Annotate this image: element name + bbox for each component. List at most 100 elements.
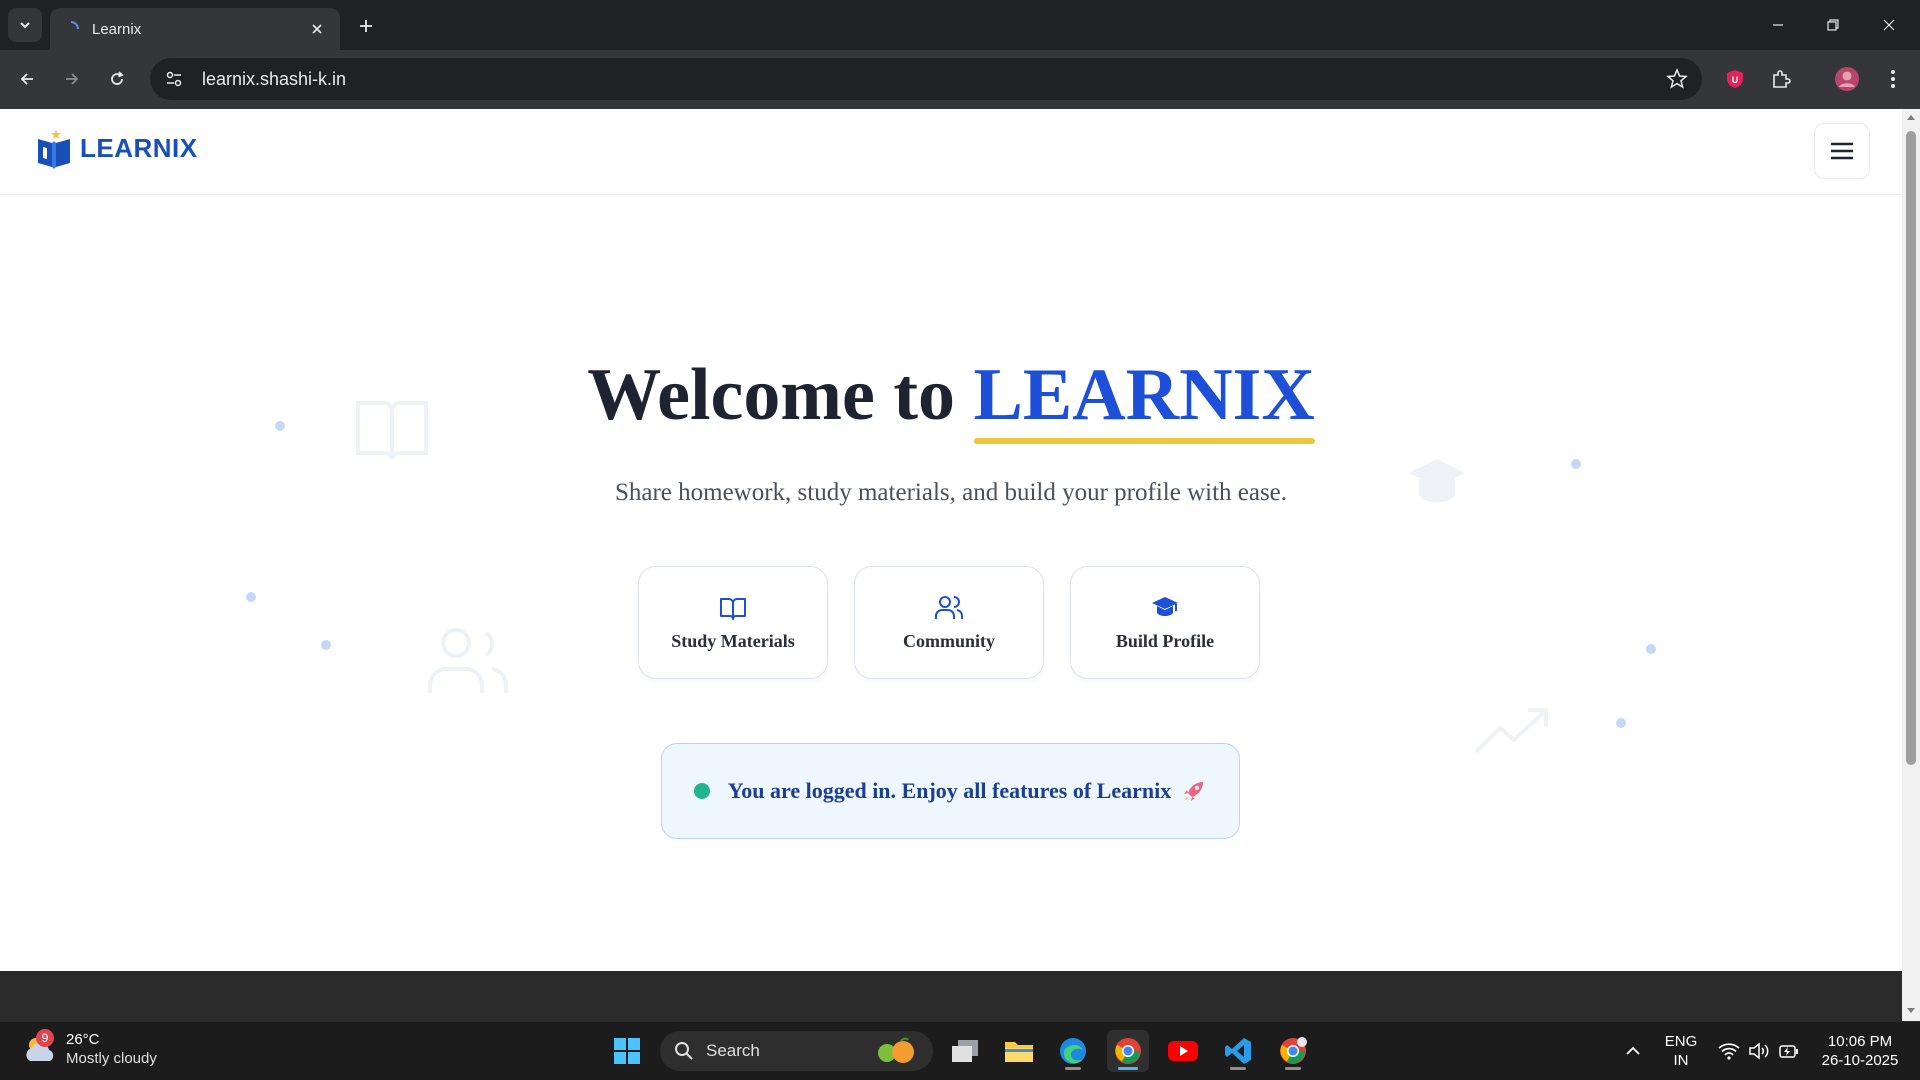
windows-logo-icon <box>614 1038 640 1064</box>
address-bar[interactable]: learnix.shashi-k.in <box>150 58 1702 100</box>
start-button[interactable] <box>606 1030 648 1072</box>
tab-search-button[interactable] <box>8 8 42 42</box>
url-text[interactable]: learnix.shashi-k.in <box>202 69 1666 90</box>
running-indicator <box>1118 1067 1138 1070</box>
forward-button[interactable] <box>55 62 89 96</box>
feature-label: Study Materials <box>671 631 795 651</box>
extension-shield-button[interactable]: U <box>1718 62 1752 96</box>
weather-desc: Mostly cloudy <box>66 1050 157 1067</box>
weather-icon-wrap: 9 <box>22 1029 58 1067</box>
arrow-right-icon <box>66 73 79 85</box>
weather-text: 26°C Mostly cloudy <box>66 1030 157 1068</box>
login-status-text: You are logged in. Enjoy all features of… <box>727 778 1172 803</box>
clock-date: 26-10-2025 <box>1821 1052 1899 1069</box>
status-dot <box>693 783 710 799</box>
scrollbar-thumb[interactable] <box>1906 131 1916 765</box>
chrome-icon <box>1280 1037 1307 1064</box>
site-logo[interactable]: LEARNIX <box>34 127 198 169</box>
running-indicator <box>1285 1067 1301 1070</box>
chevron-up-icon <box>1626 1046 1640 1055</box>
extensions-button[interactable] <box>1764 62 1798 96</box>
feature-label: Build Profile <box>1115 631 1215 651</box>
close-icon <box>1883 19 1895 31</box>
feature-label: Community <box>902 631 995 651</box>
wifi-icon <box>1718 1043 1740 1060</box>
chrome-icon <box>1115 1038 1141 1064</box>
browser-tabstrip: Learnix <box>0 0 1920 50</box>
logo-book-icon <box>38 129 70 169</box>
tab-title: Learnix <box>92 20 142 38</box>
avatar-icon <box>1835 67 1859 91</box>
page-scrollbar[interactable] <box>1902 109 1920 1021</box>
hero-title-brand: LEARNIX <box>973 353 1315 444</box>
clock[interactable]: 10:06 PM 26-10-2025 <box>1810 1032 1910 1070</box>
decor-dot <box>1616 718 1626 728</box>
profile-avatar-button[interactable] <box>1830 62 1864 96</box>
new-tab-button[interactable] <box>352 12 380 40</box>
folder-icon <box>1005 1042 1033 1062</box>
taskview-button[interactable] <box>944 1030 986 1072</box>
taskbar-search[interactable]: Search <box>660 1031 933 1071</box>
running-indicator <box>1065 1067 1081 1070</box>
edge-icon <box>1060 1038 1086 1064</box>
svg-text:U: U <box>1732 75 1739 85</box>
decor-trending-up-icon <box>1474 708 1548 754</box>
language-indicator[interactable]: ENG IN <box>1658 1032 1704 1070</box>
feature-card-build-profile[interactable]: Build Profile <box>1070 566 1260 679</box>
reload-button[interactable] <box>100 62 134 96</box>
language-code: ENG <box>1664 1033 1698 1050</box>
volume-icon <box>1749 1042 1769 1060</box>
search-icon <box>675 1042 693 1060</box>
minimize-icon <box>1773 24 1783 26</box>
site-header: LEARNIX <box>0 109 1902 195</box>
browser-toolbar: learnix.shashi-k.in U <box>0 50 1920 109</box>
decor-dot <box>246 592 256 602</box>
rocket-icon <box>1184 782 1204 801</box>
decor-dot <box>321 640 331 650</box>
weather-badge: 9 <box>36 1029 54 1047</box>
browser-tab-learnix[interactable]: Learnix <box>50 8 340 50</box>
back-button[interactable] <box>10 62 44 96</box>
close-icon <box>312 24 322 34</box>
page-viewport: LEARNIX Welcome to LEARNIX Share homewor… <box>0 109 1902 971</box>
hero-subtitle: Share homework, study materials, and bui… <box>614 479 1288 506</box>
youtube-button[interactable] <box>1162 1030 1204 1072</box>
logo-text: LEARNIX <box>80 132 198 163</box>
minimize-button[interactable] <box>1755 8 1801 42</box>
file-explorer-button[interactable] <box>998 1030 1040 1072</box>
shield-icon: U <box>1727 70 1743 88</box>
feature-cards: Study Materials Community Build Profile <box>638 566 1260 679</box>
graduation-cap-icon <box>1152 597 1178 616</box>
scroll-down-icon[interactable] <box>1906 1007 1916 1015</box>
browser-menu-button[interactable] <box>1876 62 1910 96</box>
scroll-up-icon[interactable] <box>1906 113 1916 121</box>
fruit-highlight-icon <box>878 1037 914 1063</box>
loading-favicon-icon <box>70 21 79 30</box>
battery-charging-icon <box>1779 1045 1798 1058</box>
login-status-banner: You are logged in. Enjoy all features of… <box>661 743 1240 839</box>
chrome-button[interactable] <box>1107 1030 1149 1072</box>
close-window-button[interactable] <box>1866 8 1912 42</box>
edge-browser-button[interactable] <box>1052 1030 1094 1072</box>
restore-button[interactable] <box>1810 8 1856 42</box>
chrome-profile-button[interactable] <box>1272 1030 1314 1072</box>
quick-settings-button[interactable] <box>1708 1030 1810 1072</box>
tab-close-button[interactable] <box>306 18 328 40</box>
users-icon <box>935 596 964 619</box>
decor-dot <box>1646 644 1656 654</box>
weather-widget[interactable]: 9 26°C Mostly cloudy <box>22 1029 157 1068</box>
site-info-icon[interactable] <box>164 69 184 89</box>
clock-time: 10:06 PM <box>1827 1033 1893 1050</box>
vscode-button[interactable] <box>1217 1030 1259 1072</box>
feature-card-study-materials[interactable]: Study Materials <box>638 566 828 679</box>
star-bookmark-icon[interactable] <box>1666 68 1688 90</box>
vscode-icon <box>1225 1038 1251 1064</box>
plus-icon <box>360 20 372 32</box>
windows-taskbar: 9 26°C Mostly cloudy Search ENG IN 10:06… <box>0 1021 1920 1080</box>
hero-brand-text: LEARNIX <box>973 354 1315 436</box>
feature-card-community[interactable]: Community <box>854 566 1044 679</box>
menu-button[interactable] <box>1814 123 1870 179</box>
show-hidden-icons-button[interactable] <box>1611 1030 1655 1072</box>
more-vertical-icon <box>1891 70 1895 88</box>
weather-temp: 26°C <box>66 1031 100 1048</box>
